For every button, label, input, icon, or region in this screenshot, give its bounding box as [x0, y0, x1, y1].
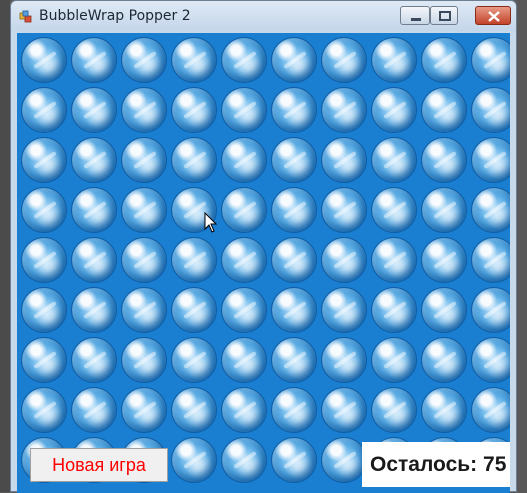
bubble[interactable]	[421, 287, 467, 333]
remaining-counter: Осталось: 75	[362, 442, 510, 487]
bubble[interactable]	[171, 437, 217, 483]
bubble[interactable]	[471, 137, 510, 183]
app-icon	[19, 10, 32, 23]
bubble[interactable]	[21, 337, 67, 383]
bubble[interactable]	[71, 37, 117, 83]
bubble[interactable]	[321, 287, 367, 333]
bubble[interactable]	[21, 237, 67, 283]
bubble[interactable]	[171, 287, 217, 333]
bubble[interactable]	[421, 337, 467, 383]
mouse-cursor-icon	[204, 212, 218, 233]
bubble[interactable]	[221, 387, 267, 433]
bubble[interactable]	[471, 287, 510, 333]
bubble[interactable]	[71, 287, 117, 333]
bubble[interactable]	[471, 87, 510, 133]
bubble[interactable]	[471, 37, 510, 83]
bubble[interactable]	[121, 187, 167, 233]
bubble[interactable]	[171, 337, 217, 383]
bubble[interactable]	[171, 237, 217, 283]
bubble[interactable]	[471, 237, 510, 283]
bubble[interactable]	[321, 437, 367, 483]
bubble[interactable]	[221, 187, 267, 233]
bubble[interactable]	[21, 187, 67, 233]
bubble-board: Новая игра Осталось: 75	[17, 33, 510, 493]
bubble[interactable]	[271, 187, 317, 233]
bubble[interactable]	[21, 37, 67, 83]
title-bar[interactable]: BubbleWrap Popper 2	[11, 1, 516, 31]
close-button[interactable]	[475, 6, 511, 25]
bubble[interactable]	[221, 237, 267, 283]
bubble[interactable]	[71, 187, 117, 233]
bubble[interactable]	[121, 237, 167, 283]
bubble[interactable]	[371, 187, 417, 233]
bubble[interactable]	[171, 137, 217, 183]
bubble[interactable]	[71, 337, 117, 383]
bubble[interactable]	[121, 87, 167, 133]
bubble[interactable]	[121, 137, 167, 183]
bubble[interactable]	[71, 87, 117, 133]
bubble[interactable]	[371, 87, 417, 133]
bubble[interactable]	[321, 37, 367, 83]
bubble[interactable]	[271, 437, 317, 483]
bubble[interactable]	[271, 87, 317, 133]
bubble[interactable]	[121, 337, 167, 383]
minimize-icon	[411, 18, 421, 21]
bubble[interactable]	[271, 137, 317, 183]
bubble[interactable]	[271, 387, 317, 433]
bubble[interactable]	[371, 237, 417, 283]
bubble[interactable]	[371, 137, 417, 183]
bubble[interactable]	[171, 37, 217, 83]
bubble[interactable]	[321, 87, 367, 133]
bubble[interactable]	[21, 287, 67, 333]
bubble[interactable]	[321, 137, 367, 183]
maximize-icon	[439, 11, 451, 21]
bubble[interactable]	[221, 437, 267, 483]
bubble[interactable]	[421, 87, 467, 133]
bubble[interactable]	[71, 137, 117, 183]
new-game-button[interactable]: Новая игра	[30, 448, 168, 482]
bubble[interactable]	[21, 137, 67, 183]
bubble[interactable]	[221, 37, 267, 83]
window-title: BubbleWrap Popper 2	[39, 8, 191, 24]
bubble[interactable]	[21, 387, 67, 433]
bubble[interactable]	[321, 187, 367, 233]
bubble[interactable]	[471, 337, 510, 383]
desktop-background-left	[0, 0, 10, 492]
bubble[interactable]	[421, 37, 467, 83]
bubble[interactable]	[321, 237, 367, 283]
bubble[interactable]	[221, 337, 267, 383]
bubble[interactable]	[421, 237, 467, 283]
bubble[interactable]	[371, 387, 417, 433]
bubble[interactable]	[271, 37, 317, 83]
bubble[interactable]	[121, 287, 167, 333]
bubble[interactable]	[321, 387, 367, 433]
bubble[interactable]	[221, 87, 267, 133]
bubble[interactable]	[171, 387, 217, 433]
maximize-button[interactable]	[430, 6, 458, 25]
bubble[interactable]	[471, 187, 510, 233]
bubble[interactable]	[371, 37, 417, 83]
bubble[interactable]	[321, 337, 367, 383]
bubble[interactable]	[471, 387, 510, 433]
close-icon	[488, 11, 500, 22]
bubble[interactable]	[371, 287, 417, 333]
bubble[interactable]	[421, 137, 467, 183]
bubble[interactable]	[21, 87, 67, 133]
bubble[interactable]	[221, 137, 267, 183]
bubble[interactable]	[121, 37, 167, 83]
desktop-background-right	[517, 0, 527, 492]
bubble[interactable]	[271, 287, 317, 333]
bubble[interactable]	[421, 187, 467, 233]
bubble[interactable]	[171, 87, 217, 133]
minimize-button[interactable]	[400, 6, 430, 25]
bubble[interactable]	[71, 387, 117, 433]
bubble[interactable]	[71, 237, 117, 283]
bubble[interactable]	[221, 287, 267, 333]
bubble[interactable]	[271, 237, 317, 283]
bubble[interactable]	[371, 337, 417, 383]
bubble[interactable]	[421, 387, 467, 433]
bubble[interactable]	[121, 387, 167, 433]
app-window: BubbleWrap Popper 2 Новая игра Осталось:…	[10, 0, 517, 493]
bubble[interactable]	[271, 337, 317, 383]
